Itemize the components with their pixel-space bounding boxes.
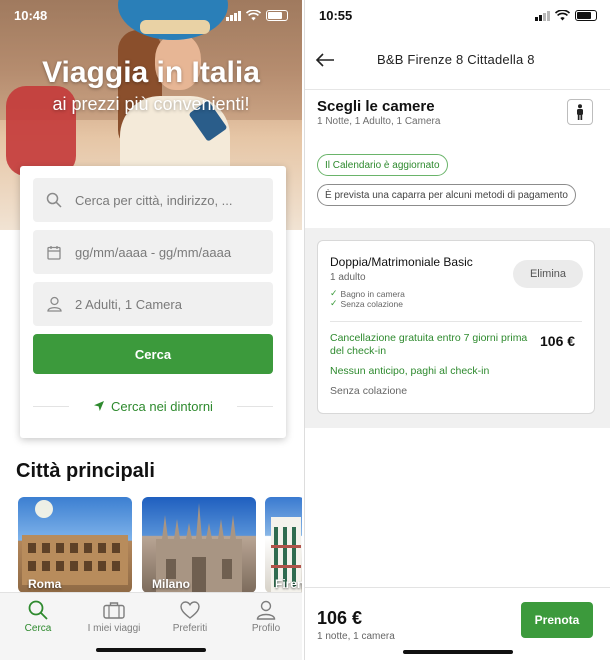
hero-title: Viaggia in Italia <box>42 56 260 89</box>
rooms-section-subtitle: 1 Notte, 1 Adulto, 1 Camera <box>317 116 441 127</box>
home-indicator <box>403 650 513 654</box>
remove-room-button[interactable]: Elimina <box>513 260 583 288</box>
booking-footer: 106 € 1 notte, 1 camera Prenota <box>305 587 610 660</box>
room-feature-label: Senza colazione <box>340 298 403 309</box>
total-price: 106 € <box>317 608 363 628</box>
tab-profilo[interactable]: Profilo <box>228 599 302 634</box>
guests-value: 2 Adulti, 1 Camera <box>75 296 182 312</box>
room-selection-screen: 10:55 B&B Firenze 8 Cittadella 8 Scegli … <box>304 0 610 660</box>
wifi-icon <box>246 9 261 20</box>
search-nearby-link[interactable]: Cerca nei dintorni <box>33 394 273 418</box>
divider <box>330 321 582 322</box>
tab-label: I miei viaggi <box>87 623 141 634</box>
page-title: B&B Firenze 8 Cittadella 8 <box>377 52 535 67</box>
search-card: Cerca per città, indirizzo, ... gg/mm/aa… <box>20 166 286 438</box>
location-arrow-icon <box>94 401 105 411</box>
person-icon <box>577 104 583 120</box>
city-label: Roma <box>28 577 62 591</box>
cities-section-title: Città principali <box>16 460 155 482</box>
deposit-notice-badge: È prevista una caparra per alcuni metodi… <box>317 184 576 206</box>
booking-summary: 1 notte, 1 camera <box>317 631 395 642</box>
dates-input[interactable]: gg/mm/aaaa - gg/mm/aaaa <box>33 230 273 274</box>
status-bar: 10:48 <box>0 0 302 30</box>
tab-bar: Cerca I miei viaggi Preferiti Profilo <box>0 592 302 660</box>
city-label: Milano <box>152 577 190 591</box>
search-button[interactable]: Cerca <box>33 334 273 374</box>
tab-label: Profilo <box>251 623 281 634</box>
city-card-milano[interactable]: Milano <box>142 497 256 593</box>
search-icon <box>0 599 76 621</box>
user-icon <box>228 599 302 621</box>
payment-policy: Nessun anticipo, paghi al check-in <box>330 365 490 377</box>
search-screen: 10:48 Viaggia in Italia ai prezzi più co… <box>0 0 302 660</box>
calendar-icon <box>45 243 63 261</box>
rooms-section-title: Scegli le camere <box>317 98 435 115</box>
city-label: Firen <box>275 577 302 591</box>
room-price: 106 € <box>540 333 576 349</box>
battery-icon <box>575 9 597 21</box>
hero-subtitle: ai prezzi più convenienti! <box>52 94 250 114</box>
book-button[interactable]: Prenota <box>521 602 593 638</box>
wifi-icon <box>555 9 570 20</box>
home-indicator <box>96 648 206 652</box>
tab-label: Cerca <box>24 623 52 634</box>
room-feature-label: Bagno in camera <box>340 288 405 299</box>
check-icon: ✓ <box>330 298 338 308</box>
city-card-roma[interactable]: Roma <box>18 497 132 593</box>
heart-icon <box>152 599 228 621</box>
calendar-updated-badge: Il Calendario è aggiornato <box>317 154 448 176</box>
city-card-firenze[interactable]: Firen <box>265 497 302 593</box>
back-button[interactable] <box>315 50 339 70</box>
signal-icon <box>535 10 550 21</box>
room-occupancy: 1 adulto <box>330 272 366 283</box>
destination-input[interactable]: Cerca per città, indirizzo, ... <box>33 178 273 222</box>
tab-preferiti[interactable]: Preferiti <box>152 599 228 634</box>
tab-miei-viaggi[interactable]: I miei viaggi <box>76 599 152 634</box>
search-nearby-label: Cerca nei dintorni <box>111 398 213 414</box>
tab-label: Preferiti <box>172 623 208 634</box>
status-bar: 10:55 <box>305 0 610 30</box>
destination-placeholder: Cerca per città, indirizzo, ... <box>75 192 233 208</box>
tab-cerca[interactable]: Cerca <box>0 599 76 634</box>
battery-icon <box>266 9 288 21</box>
room-feature: ✓ Senza colazione <box>330 298 403 309</box>
dates-placeholder: gg/mm/aaaa - gg/mm/aaaa <box>75 244 232 260</box>
room-name: Doppia/Matrimoniale Basic <box>330 255 473 269</box>
search-icon <box>45 191 63 209</box>
suitcase-icon <box>76 599 152 621</box>
status-time: 10:55 <box>319 7 353 23</box>
occupancy-button[interactable] <box>567 99 593 125</box>
cancellation-policy: Cancellazione gratuita entro 7 giorni pr… <box>330 332 528 357</box>
room-card: Doppia/Matrimoniale Basic 1 adulto ✓ Bag… <box>317 240 595 414</box>
status-time: 10:48 <box>14 7 48 23</box>
arrow-left-icon <box>315 53 334 67</box>
nav-bar: B&B Firenze 8 Cittadella 8 <box>305 30 610 90</box>
guests-input[interactable]: 2 Adulti, 1 Camera <box>33 282 273 326</box>
board-type: Senza colazione <box>330 385 408 397</box>
user-icon <box>45 295 63 313</box>
signal-icon <box>226 10 241 21</box>
